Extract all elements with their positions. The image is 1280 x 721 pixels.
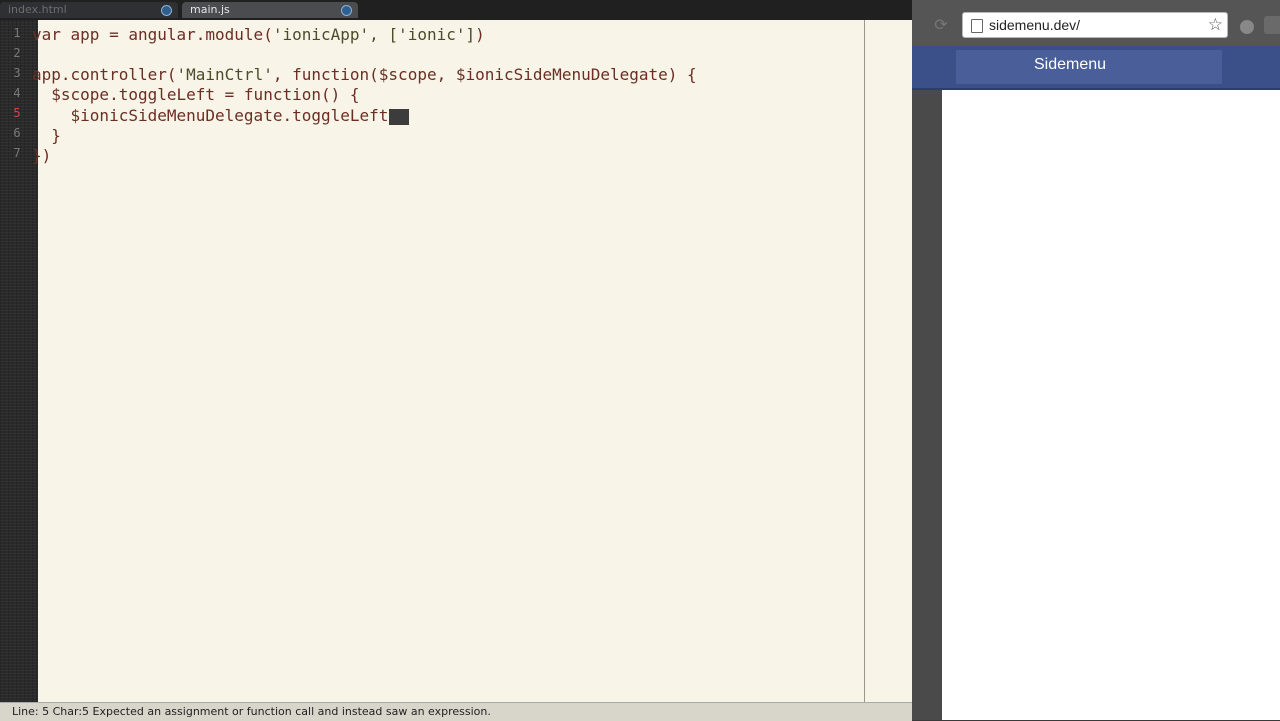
code-text: } bbox=[32, 126, 61, 145]
status-bar: Line: 5 Char:5 Expected an assignment or… bbox=[0, 702, 912, 721]
address-bar[interactable]: sidemenu.dev/ ☆ bbox=[962, 12, 1228, 38]
tab-label: index.html bbox=[8, 3, 67, 16]
code-editor-window: index.html main.js 1 2 3 4 5 6 7 var app… bbox=[0, 0, 913, 721]
page-title: Sidemenu bbox=[1034, 56, 1107, 73]
code-line: $scope.toggleLeft = function() { bbox=[32, 85, 360, 105]
code-text: ) bbox=[475, 25, 485, 44]
extension-icon[interactable] bbox=[1238, 18, 1256, 36]
line-number: 3 bbox=[13, 66, 21, 80]
code-text: $scope.toggleLeft = function() { bbox=[32, 85, 360, 104]
page-icon bbox=[971, 19, 983, 33]
code-line-current: $ionicSideMenuDelegate.toggleLeft bbox=[32, 106, 410, 126]
code-text: app.controller( bbox=[32, 65, 177, 84]
reload-icon[interactable]: ⟳ bbox=[932, 16, 950, 34]
code-text-area[interactable]: var app = angular.module('ionicApp', ['i… bbox=[32, 20, 864, 702]
line-number: 1 bbox=[13, 26, 21, 40]
line-number: 2 bbox=[13, 46, 21, 60]
menu-icon[interactable] bbox=[1264, 16, 1280, 34]
code-text: $ionicSideMenuDelegate.toggleLeft bbox=[32, 106, 389, 125]
browser-toolbar: ⟳ sidemenu.dev/ ☆ bbox=[912, 0, 1280, 46]
editor-scrollbar[interactable] bbox=[864, 20, 913, 702]
url-text: sidemenu.dev/ bbox=[989, 17, 1081, 33]
browser-window: ⟳ sidemenu.dev/ ☆ Sidemenu bbox=[912, 0, 1280, 720]
code-text: var app = angular.module( bbox=[32, 25, 273, 44]
app-header-bar: Sidemenu bbox=[912, 46, 1280, 90]
line-number: 4 bbox=[13, 86, 21, 100]
tab-label: main.js bbox=[190, 3, 230, 16]
code-string: 'MainCtrl' bbox=[176, 65, 273, 84]
code-line: app.controller('MainCtrl', function($sco… bbox=[32, 65, 697, 85]
code-text: , function($scope, $ionicSideMenuDelegat… bbox=[272, 65, 697, 84]
tab-main-js[interactable]: main.js bbox=[182, 2, 358, 18]
code-line: }) bbox=[32, 146, 51, 166]
page-viewport bbox=[942, 46, 1280, 720]
text-cursor bbox=[389, 108, 410, 125]
code-line: var app = angular.module('ionicApp', ['i… bbox=[32, 25, 485, 45]
code-string: 'ionicApp', ['ionic'] bbox=[272, 25, 476, 44]
window-edge bbox=[912, 46, 942, 720]
bookmark-star-icon[interactable]: ☆ bbox=[1208, 15, 1223, 35]
status-message: Line: 5 Char:5 Expected an assignment or… bbox=[12, 705, 491, 718]
code-text: }) bbox=[32, 146, 52, 165]
line-number: 6 bbox=[13, 126, 21, 140]
tab-index-html[interactable]: index.html bbox=[0, 2, 178, 18]
current-line-number: 5 bbox=[13, 106, 21, 120]
line-number: 7 bbox=[13, 146, 21, 160]
close-tab-icon[interactable] bbox=[161, 5, 172, 16]
close-tab-icon[interactable] bbox=[341, 5, 352, 16]
editor-tab-bar: index.html main.js bbox=[0, 0, 912, 20]
code-line: } bbox=[32, 126, 61, 146]
